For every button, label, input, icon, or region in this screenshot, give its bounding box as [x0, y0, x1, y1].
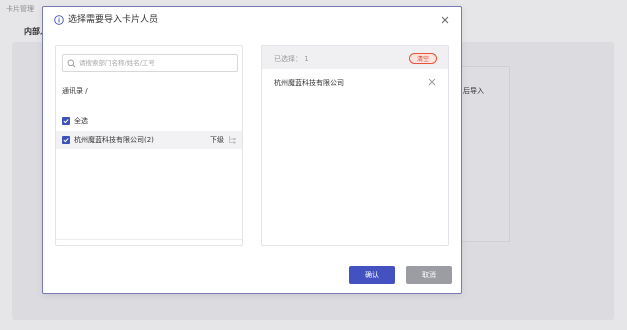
selected-header: 已选择： 1 清空	[262, 46, 448, 69]
cancel-button[interactable]: 取消	[406, 266, 452, 284]
selected-count: 已选择： 1	[274, 55, 309, 63]
org-label: 杭州魔蓝科技有限公司(2)	[74, 136, 154, 144]
directory-pane: 通讯录 / 全选 杭州魔蓝科技有限公司(2) 下级	[55, 45, 243, 246]
search-icon	[67, 59, 76, 68]
confirm-button[interactable]: 确认	[349, 266, 395, 284]
selected-pane: 已选择： 1 清空 杭州魔蓝科技有限公司	[261, 45, 449, 246]
background-import-text: 后导入	[463, 87, 484, 95]
hierarchy-icon[interactable]	[228, 135, 236, 144]
import-dialog: 选择需要导入卡片人员 通讯录 / 全选 杭州魔蓝科技有限公司(2) 下级	[42, 6, 462, 294]
search-box	[62, 54, 238, 72]
close-icon[interactable]	[439, 14, 451, 26]
pane-footer	[56, 239, 242, 245]
dialog-header: 选择需要导入卡片人员	[43, 7, 461, 35]
org-list-item[interactable]: 杭州魔蓝科技有限公司(2) 下级	[56, 131, 242, 149]
remove-icon[interactable]	[428, 78, 436, 86]
clear-button[interactable]: 清空	[409, 53, 437, 64]
org-checkbox[interactable]	[62, 136, 70, 144]
sub-level-link[interactable]: 下级	[210, 135, 224, 145]
search-input[interactable]	[79, 56, 235, 70]
selected-item-label: 杭州魔蓝科技有限公司	[274, 79, 344, 87]
check-icon	[63, 119, 69, 124]
select-all-checkbox[interactable]	[62, 117, 70, 125]
directory-breadcrumb[interactable]: 通讯录 /	[62, 86, 88, 96]
check-icon	[63, 138, 69, 143]
dialog-title: 选择需要导入卡片人员	[68, 15, 159, 25]
select-all-label: 全选	[74, 117, 88, 125]
page-breadcrumb: 卡片管理	[6, 5, 34, 13]
select-all-row[interactable]: 全选	[56, 112, 242, 130]
info-icon	[54, 15, 64, 25]
